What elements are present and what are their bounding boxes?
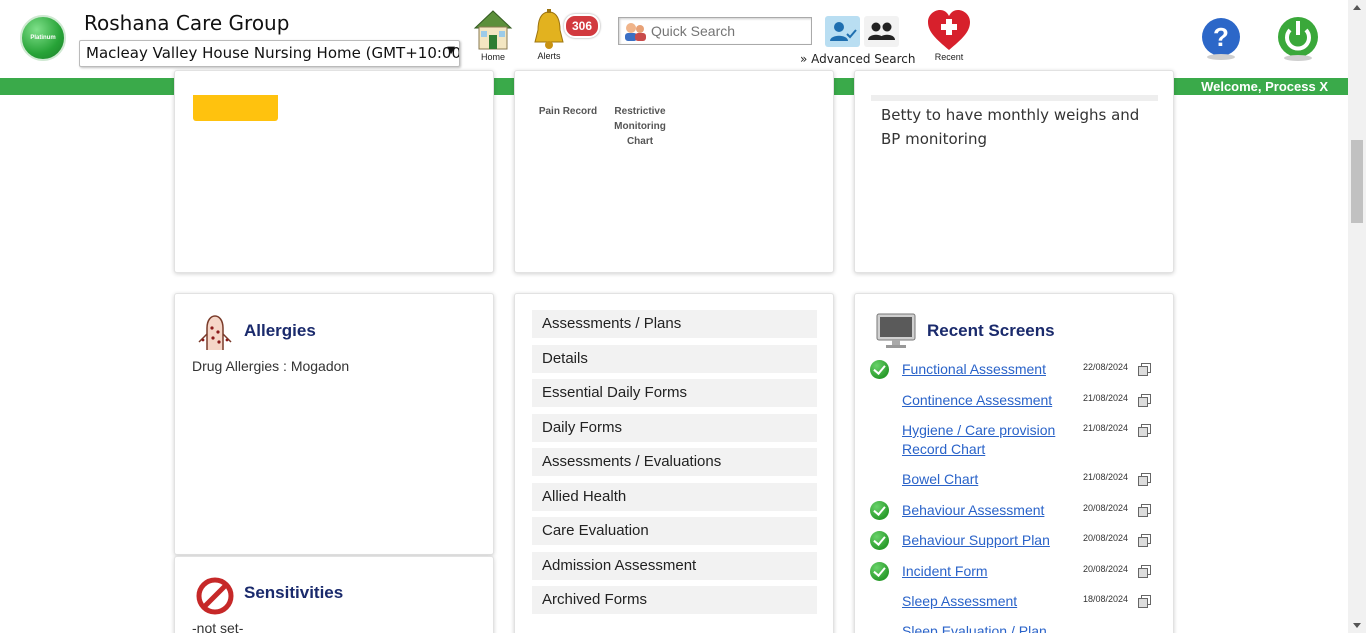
advanced-search-link[interactable]: » Advanced Search <box>800 52 916 66</box>
help-icon: ? <box>1202 18 1240 60</box>
people-icon <box>868 22 895 40</box>
recent-button[interactable]: Recent <box>925 8 973 62</box>
care-note: Betty to have monthly weighs and BP moni… <box>881 106 1140 148</box>
allergy-icon <box>198 315 232 350</box>
menu-assessments-plans[interactable]: Assessments / Plans <box>532 310 817 338</box>
menu-care-evaluation[interactable]: Care Evaluation <box>532 517 817 545</box>
sensitivities-text: -not set- <box>192 620 244 633</box>
charts-panel <box>514 70 834 273</box>
menu-daily-forms[interactable]: Daily Forms <box>532 414 817 442</box>
menu-essential-daily-forms[interactable]: Essential Daily Forms <box>532 379 817 407</box>
alerts-count-badge: 306 <box>564 14 601 38</box>
pain-record-link[interactable]: Pain Record <box>538 104 598 119</box>
quick-search-input[interactable] <box>651 21 807 41</box>
top-header: Platinum Roshana Care Group Macleay Vall… <box>0 0 1366 78</box>
alerts-button[interactable]: Alerts <box>529 8 569 61</box>
caret-down-icon: ▼ <box>447 45 455 56</box>
recent-screen-row: Behaviour Support Plan 20/08/2024 <box>870 531 1158 559</box>
completed-check-icon <box>870 531 889 550</box>
advanced-search-label: Advanced Search <box>811 52 916 66</box>
alerts-label: Alerts <box>537 51 561 61</box>
recent-label: Recent <box>934 52 964 62</box>
recent-screen-link[interactable]: Incident Form <box>902 562 1067 581</box>
recent-screen-link[interactable]: Continence Assessment <box>902 391 1067 410</box>
menu-admission-assessment[interactable]: Admission Assessment <box>532 552 817 580</box>
restrictive-monitoring-chart-link[interactable]: Restrictive Monitoring Chart <box>609 104 671 149</box>
scroll-down-arrow-icon[interactable] <box>1353 623 1361 628</box>
monitor-icon <box>876 313 916 348</box>
page-scrollbar[interactable] <box>1348 0 1366 633</box>
sensitivities-title: Sensitivities <box>244 583 344 602</box>
open-in-new-window-icon[interactable] <box>1138 473 1151 486</box>
staff-search-button[interactable] <box>864 16 899 47</box>
app-window: Platinum Roshana Care Group Macleay Vall… <box>0 0 1366 633</box>
scroll-thumb[interactable] <box>1351 140 1363 223</box>
recent-screen-date: 18/08/2024 <box>1083 594 1129 604</box>
recent-screen-date: 22/08/2024 <box>1083 362 1129 372</box>
recent-screen-link[interactable]: Hygiene / Care provision Record Chart <box>902 421 1067 459</box>
home-label: Home <box>480 52 505 62</box>
home-icon <box>473 10 513 50</box>
recent-screen-link[interactable]: Behaviour Assessment <box>902 501 1067 520</box>
recent-screen-link[interactable]: Sleep Assessment <box>902 592 1067 611</box>
recent-screen-date: 21/08/2024 <box>1083 393 1129 403</box>
recent-screen-row: Incident Form 20/08/2024 <box>870 562 1158 590</box>
svg-text:?: ? <box>1213 22 1229 52</box>
recent-screen-row: Bowel Chart 21/08/2024 <box>870 470 1158 498</box>
org-name: Roshana Care Group <box>84 11 290 35</box>
open-in-new-window-icon[interactable] <box>1138 394 1151 407</box>
recent-screen-link[interactable]: Behaviour Support Plan <box>902 531 1067 550</box>
open-in-new-window-icon[interactable] <box>1138 504 1151 517</box>
no-entry-icon <box>196 577 234 615</box>
open-in-new-window-icon[interactable] <box>1138 534 1151 547</box>
open-in-new-window-icon[interactable] <box>1138 363 1151 376</box>
open-in-new-window-icon[interactable] <box>1138 424 1151 437</box>
heart-plus-icon <box>928 10 970 50</box>
recent-screen-link[interactable]: Sleep Evaluation / Plan <box>902 622 1067 633</box>
allergies-title: Allergies <box>244 321 316 340</box>
menu-assessments-evaluations[interactable]: Assessments / Evaluations <box>532 448 817 476</box>
recent-screen-row: Sleep Assessment 18/08/2024 <box>870 592 1158 620</box>
double-chevron-icon: » <box>800 52 808 66</box>
open-in-new-window-icon[interactable] <box>1138 565 1151 578</box>
recent-screen-link[interactable]: Bowel Chart <box>902 470 1067 489</box>
welcome-text: Welcome, Process X <box>1201 79 1328 94</box>
recent-screen-row: Hygiene / Care provision Record Chart 21/… <box>870 421 1158 457</box>
recent-screen-row: Sleep Evaluation / Plan <box>870 622 1158 633</box>
help-button[interactable]: ? <box>1199 17 1243 64</box>
recent-screen-date: 21/08/2024 <box>1083 423 1129 433</box>
recent-screen-row: Functional Assessment 22/08/2024 <box>870 360 1158 388</box>
resident-search-button[interactable] <box>825 16 860 47</box>
logout-button[interactable] <box>1276 15 1320 64</box>
recent-screen-date: 20/08/2024 <box>1083 503 1129 513</box>
home-button[interactable]: Home <box>470 8 516 62</box>
recent-screen-date: 20/08/2024 <box>1083 564 1129 574</box>
notes-header <box>871 95 1158 101</box>
power-icon <box>1278 17 1318 61</box>
open-in-new-window-icon[interactable] <box>1138 595 1151 608</box>
completed-check-icon <box>870 360 889 379</box>
recent-screen-row: Behaviour Assessment 20/08/2024 <box>870 501 1158 529</box>
menu-archived-forms[interactable]: Archived Forms <box>532 586 817 614</box>
completed-check-icon <box>870 562 889 581</box>
recent-screen-row: Continence Assessment 21/08/2024 <box>870 391 1158 419</box>
menu-allied-health[interactable]: Allied Health <box>532 483 817 511</box>
platinum-logo: Platinum <box>20 15 66 61</box>
quick-search <box>618 17 812 45</box>
recent-screen-date: 20/08/2024 <box>1083 533 1129 543</box>
menu-details[interactable]: Details <box>532 345 817 373</box>
person-check-icon <box>830 22 857 41</box>
status-flag <box>193 95 278 121</box>
recent-screen-date: 21/08/2024 <box>1083 472 1129 482</box>
allergies-text: Drug Allergies : Mogadon <box>192 358 350 374</box>
people-search-icon <box>625 23 646 41</box>
facility-select-value: Macleay Valley House Nursing Home (GMT+1… <box>86 44 460 62</box>
facility-select[interactable]: Macleay Valley House Nursing Home (GMT+1… <box>79 40 460 67</box>
recent-screens-title: Recent Screens <box>927 321 1055 340</box>
scroll-up-arrow-icon[interactable] <box>1353 5 1361 10</box>
bell-icon <box>534 9 564 49</box>
recent-screen-link[interactable]: Functional Assessment <box>902 360 1067 379</box>
completed-check-icon <box>870 501 889 520</box>
